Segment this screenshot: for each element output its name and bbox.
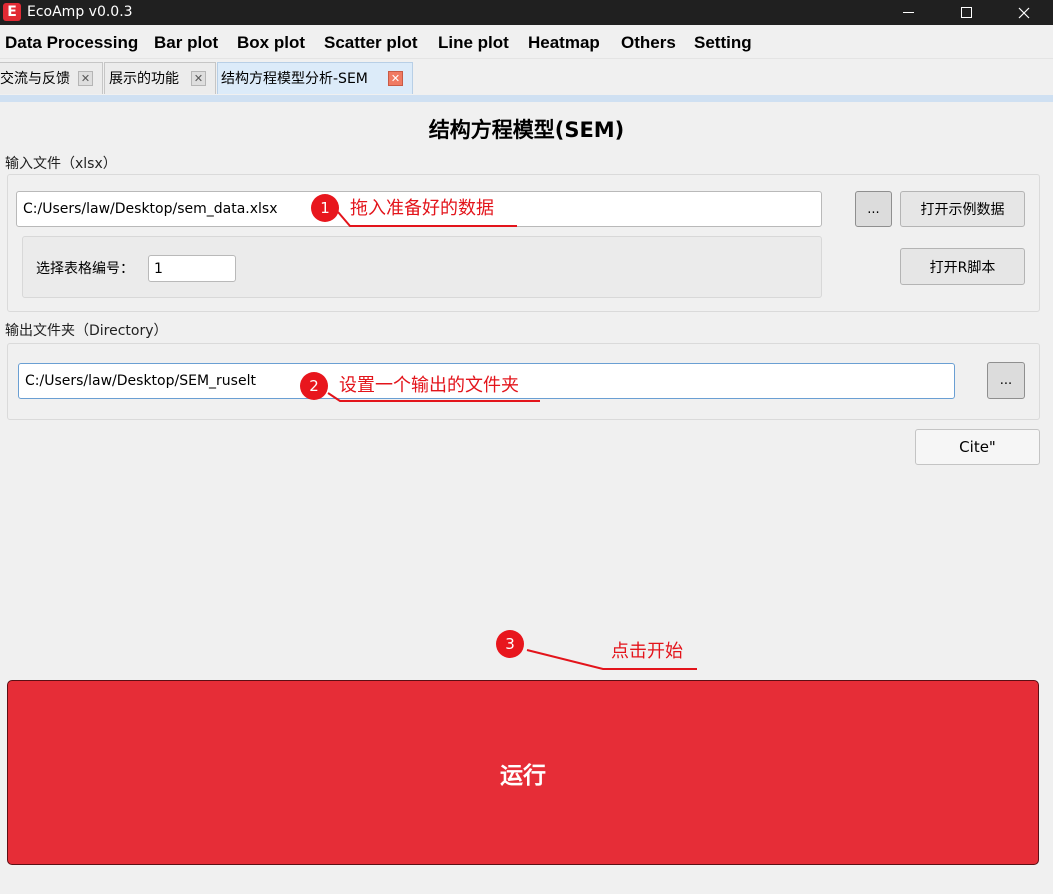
annotation-3-marker: 3: [496, 630, 524, 658]
input-browse-button[interactable]: ...: [855, 191, 892, 227]
tab-label: 展示的功能: [109, 71, 179, 87]
minimize-icon: [902, 12, 914, 13]
tab-close-icon[interactable]: ✕: [388, 71, 403, 86]
open-example-data-button[interactable]: 打开示例数据: [900, 191, 1025, 227]
annotation-2-text: 设置一个输出的文件夹: [339, 375, 519, 396]
menu-bar: Data Processing Bar plot Box plot Scatte…: [0, 25, 1053, 59]
cite-button[interactable]: Cite": [915, 429, 1040, 465]
tab-content-border: [0, 95, 1053, 102]
annotation-1-text: 拖入准备好的数据: [350, 198, 494, 219]
menu-bar-plot[interactable]: Bar plot: [154, 33, 218, 53]
close-window-button[interactable]: [1001, 0, 1047, 25]
menu-setting[interactable]: Setting: [694, 33, 752, 53]
output-browse-button[interactable]: ...: [987, 362, 1025, 399]
tab-close-icon[interactable]: ✕: [78, 71, 93, 86]
tab-close-icon[interactable]: ✕: [191, 71, 206, 86]
open-r-script-button[interactable]: 打开R脚本: [900, 248, 1025, 285]
close-icon: [1018, 7, 1030, 18]
menu-box-plot[interactable]: Box plot: [237, 33, 305, 53]
page-title: 结构方程模型(SEM): [428, 118, 625, 142]
annotation-3-text: 点击开始: [611, 641, 683, 662]
sheet-number-label: 选择表格编号：: [36, 261, 134, 277]
window-title: EcoAmp v0.0.3: [27, 4, 133, 20]
tab-feedback[interactable]: 交流与反馈 ✕: [0, 62, 103, 94]
app-logo-icon: [3, 3, 21, 21]
title-bar: EcoAmp v0.0.3: [0, 0, 1053, 25]
sheet-number-input[interactable]: [148, 255, 236, 282]
tab-label: 交流与反馈: [0, 71, 70, 87]
menu-heatmap[interactable]: Heatmap: [528, 33, 600, 53]
tab-sem[interactable]: 结构方程模型分析-SEM ✕: [217, 62, 413, 94]
maximize-button[interactable]: [943, 0, 989, 25]
annotation-2-marker: 2: [300, 372, 328, 400]
maximize-icon: [960, 7, 972, 18]
run-button[interactable]: 运行: [7, 680, 1039, 865]
annotation-1-marker: 1: [311, 194, 339, 222]
menu-others[interactable]: Others: [621, 33, 676, 53]
menu-scatter-plot[interactable]: Scatter plot: [324, 33, 418, 53]
sheet-selector-group: [22, 236, 822, 298]
input-section-label: 输入文件（xlsx）: [5, 156, 117, 172]
menu-data-processing[interactable]: Data Processing: [5, 33, 138, 53]
output-section-label: 输出文件夹（Directory）: [5, 323, 168, 339]
tab-label: 结构方程模型分析-SEM: [221, 71, 368, 87]
menu-line-plot[interactable]: Line plot: [438, 33, 509, 53]
tab-features[interactable]: 展示的功能 ✕: [104, 62, 216, 94]
minimize-button[interactable]: [885, 0, 931, 25]
